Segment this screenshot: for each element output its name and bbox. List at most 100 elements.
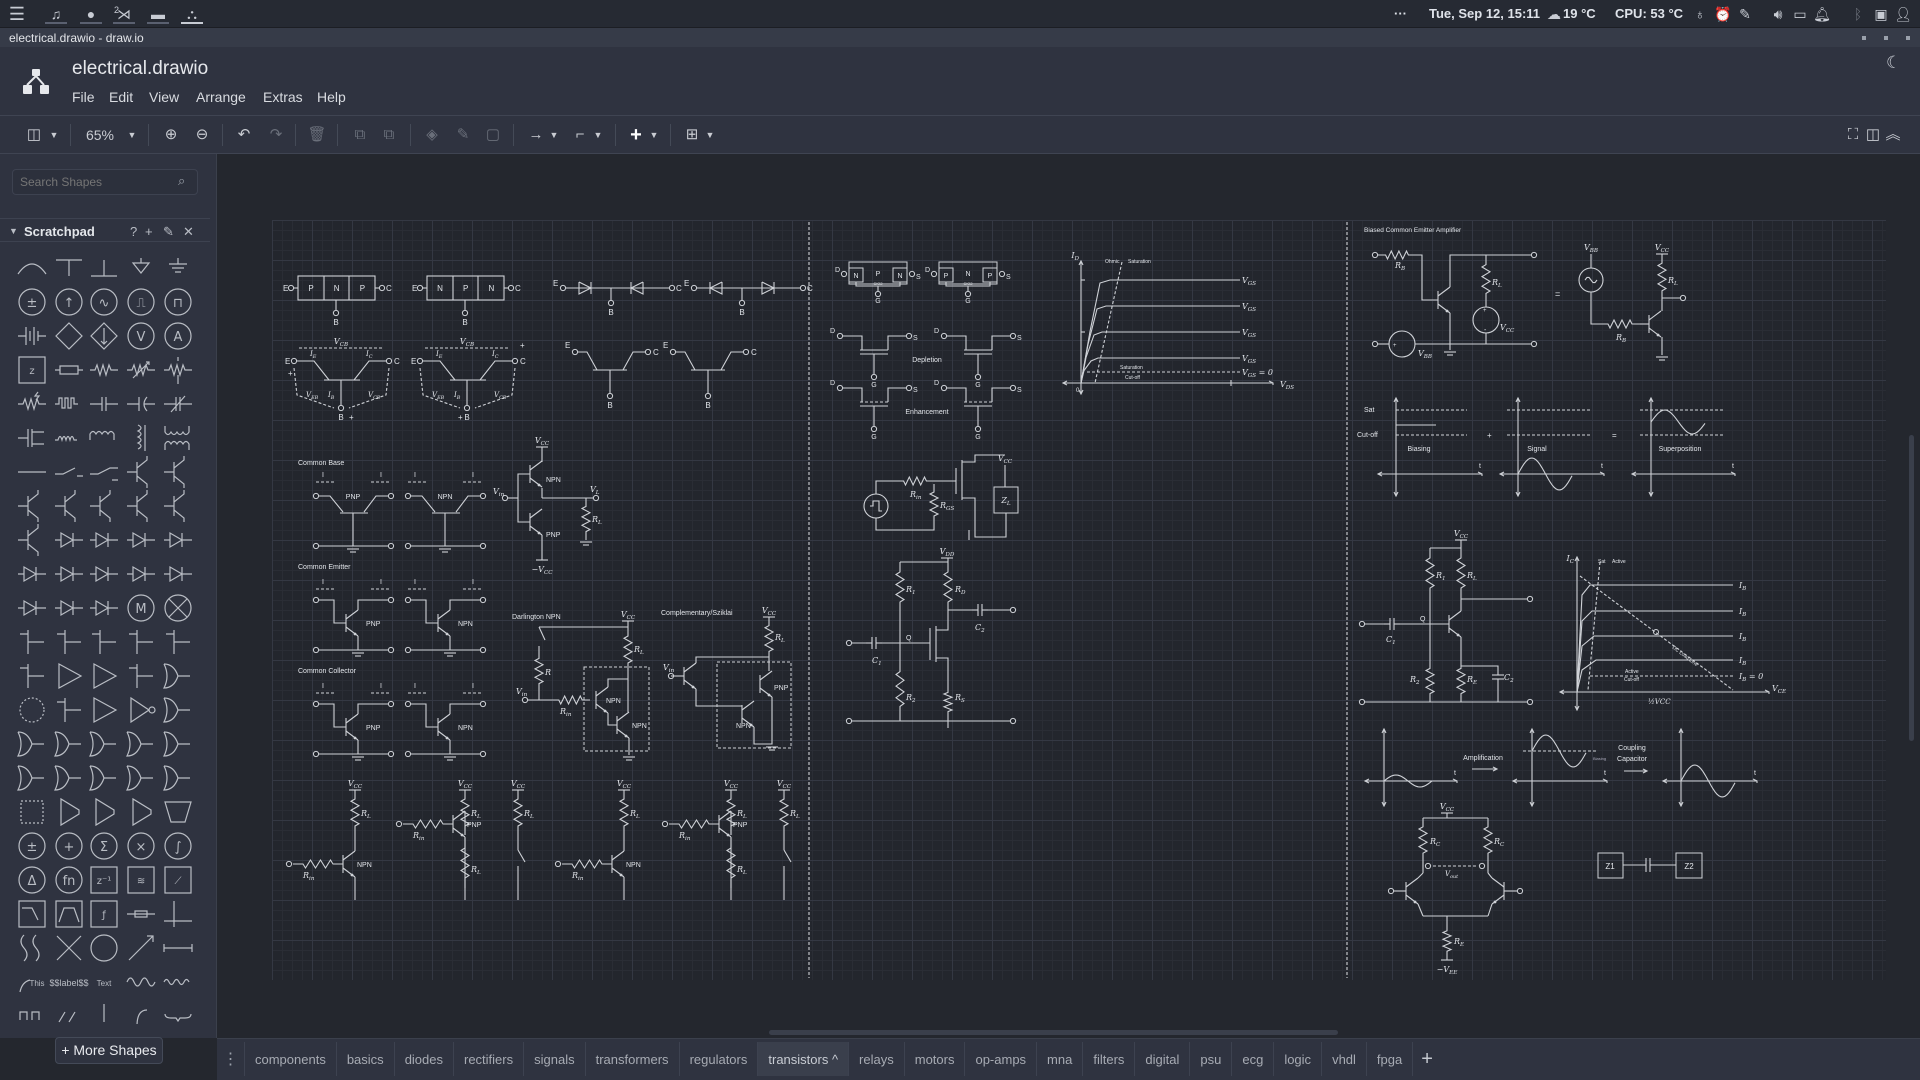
shape-dc-voltage-source[interactable]: ± xyxy=(18,288,46,316)
menu-help[interactable]: Help xyxy=(317,89,346,105)
shape-half-triangle-3[interactable] xyxy=(132,797,152,827)
bulb-icon[interactable]: ♁ xyxy=(1689,4,1711,24)
shape-ground-triangle[interactable] xyxy=(131,258,151,274)
zoom-level[interactable]: 65% xyxy=(80,125,120,145)
shape-impedance[interactable]: z xyxy=(18,356,46,384)
tab-transformers[interactable]: transformers xyxy=(586,1042,680,1076)
shape-quantizer[interactable]: ƒ xyxy=(90,900,118,928)
shape-gate-or[interactable] xyxy=(17,731,44,757)
scratchpad-header[interactable]: ▼ Scratchpad ? + ✎ ✕ xyxy=(0,218,210,242)
tab-mna[interactable]: mna xyxy=(1037,1042,1084,1076)
alarm-icon[interactable]: ⏰ xyxy=(1712,4,1734,24)
shape-fuse[interactable] xyxy=(129,630,153,654)
diagram-canvas[interactable]: P N P E C B N P N E C B E C B E C B E C B VCB IE IC IB VEB VCB + + E C… xyxy=(217,154,1920,1038)
shape-trapezoid[interactable] xyxy=(164,801,192,823)
shape-bjt-npn[interactable] xyxy=(127,456,148,488)
shape-coil[interactable] xyxy=(57,698,81,722)
shape-resistor-box[interactable] xyxy=(55,365,83,375)
chevron-down-icon[interactable]: ▼ xyxy=(699,125,721,145)
tab-diodes[interactable]: diodes xyxy=(395,1042,454,1076)
shape-half-triangle-2[interactable] xyxy=(95,797,115,827)
shape-delay[interactable]: z⁻¹ xyxy=(90,866,118,894)
menu-arrange[interactable]: Arrange xyxy=(196,89,246,105)
shape-sigma[interactable]: Σ xyxy=(90,832,118,860)
help-icon[interactable]: ? xyxy=(130,224,137,239)
add-page-button[interactable]: + xyxy=(1413,1039,1441,1080)
shape-diode-6[interactable] xyxy=(55,565,83,583)
shape-thyristor-2[interactable] xyxy=(127,565,155,583)
circuit-diagrams[interactable]: P N PE CBN P NE CBECBECBE CBVCBIE ICIBVEB VCB++E C… xyxy=(217,154,1920,1038)
shape-gate-or-2[interactable] xyxy=(54,731,81,757)
shape-arc[interactable] xyxy=(17,263,47,275)
chevron-down-icon[interactable]: ▼ xyxy=(543,125,565,145)
shape-triangle-circle[interactable] xyxy=(130,696,156,724)
line-color-icon[interactable]: ✎ xyxy=(452,125,474,145)
shape-axes[interactable] xyxy=(164,901,192,927)
document-title[interactable]: electrical.drawio xyxy=(72,58,208,80)
tab-filters[interactable]: filters xyxy=(1083,1042,1136,1076)
shape-mosfet-p[interactable] xyxy=(127,490,148,522)
cpu-temp[interactable]: CPU: 53 °C xyxy=(1615,6,1683,21)
tab-transistors[interactable]: transistors ^ xyxy=(758,1042,850,1076)
shape-curve[interactable] xyxy=(136,1009,148,1024)
bell-icon[interactable]: 🔔︎ xyxy=(1811,4,1833,24)
shape-polarized-capacitor[interactable] xyxy=(127,396,155,412)
shape-triangle[interactable] xyxy=(93,696,118,724)
shape-circle[interactable] xyxy=(90,934,118,962)
display-icon[interactable]: ▭ xyxy=(1789,4,1811,24)
shape-inverted-tee[interactable] xyxy=(91,260,117,277)
shape-variable-capacitor[interactable] xyxy=(164,395,192,413)
shape-capacitor[interactable] xyxy=(90,397,118,411)
clock-date[interactable]: Tue, Sep 12, 15:11 xyxy=(1429,6,1540,21)
music-app-icon[interactable]: ♫ xyxy=(45,4,67,24)
shape-summer[interactable]: + xyxy=(55,832,83,860)
shape-diagonal-arrow[interactable] xyxy=(128,935,154,961)
window-icon[interactable]: ▣ xyxy=(1870,4,1892,24)
shape-lowpass[interactable] xyxy=(18,900,46,928)
shape-diac[interactable] xyxy=(164,565,192,583)
shape-ac-source[interactable]: ∿ xyxy=(90,288,118,316)
shape-lamp[interactable] xyxy=(164,594,192,622)
shape-photoresistor[interactable] xyxy=(18,391,46,412)
shape-switch-open[interactable] xyxy=(55,467,83,477)
shape-diode[interactable] xyxy=(55,531,83,549)
collapse-triangle-icon[interactable]: ▼ xyxy=(9,226,18,236)
shape-ground[interactable] xyxy=(169,258,187,273)
to-front-icon[interactable]: ⧉ xyxy=(349,125,371,145)
shape-multiplier[interactable]: × xyxy=(127,832,155,860)
shape-bjt-pnp-2[interactable] xyxy=(55,490,76,522)
tab-rectifiers[interactable]: rectifiers xyxy=(454,1042,525,1076)
shape-bandpass[interactable] xyxy=(55,900,83,928)
tab-fpga[interactable]: fpga xyxy=(1367,1042,1414,1076)
shape-clock[interactable] xyxy=(127,910,155,918)
shape-battery[interactable] xyxy=(18,327,46,345)
format-panel-icon[interactable]: ◫ xyxy=(23,125,45,145)
shape-feedthrough-capacitor[interactable] xyxy=(18,429,44,447)
shape-wave-brace[interactable] xyxy=(20,934,40,962)
tab-regulators[interactable]: regulators xyxy=(680,1042,759,1076)
shape-ammeter[interactable]: A xyxy=(164,322,192,350)
tab-signals[interactable]: signals xyxy=(524,1042,586,1076)
shape-sine-source[interactable] xyxy=(166,630,190,654)
tab-motors[interactable]: motors xyxy=(905,1042,966,1076)
zoom-out-icon[interactable]: ⊖ xyxy=(191,125,213,145)
menu-view[interactable]: View xyxy=(149,89,179,105)
tab-psu[interactable]: psu xyxy=(1190,1042,1233,1076)
shape-half-triangle[interactable] xyxy=(60,797,80,827)
shape-block-d[interactable] xyxy=(163,663,190,689)
redo-icon[interactable]: ↷ xyxy=(265,125,287,145)
shape-flipflop-2[interactable] xyxy=(54,765,81,791)
shape-potentiometer[interactable] xyxy=(164,357,192,384)
shape-bjt-npn-2[interactable] xyxy=(18,490,39,522)
shape-integrator[interactable]: ∫ xyxy=(164,832,192,860)
add-icon[interactable]: + xyxy=(145,224,153,239)
tab-ecg[interactable]: ecg xyxy=(1232,1042,1275,1076)
shape-text-label[interactable]: Text xyxy=(97,979,112,988)
shape-opamp-triangle[interactable] xyxy=(58,662,83,690)
volume-icon[interactable]: 🔊︎ xyxy=(1767,4,1789,24)
tab-digital[interactable]: digital xyxy=(1135,1042,1191,1076)
tab-relays[interactable]: relays xyxy=(849,1042,905,1076)
shape-diode-led[interactable] xyxy=(55,599,83,617)
close-icon[interactable]: ✕ xyxy=(183,224,194,240)
shape-squares[interactable] xyxy=(19,1011,40,1020)
